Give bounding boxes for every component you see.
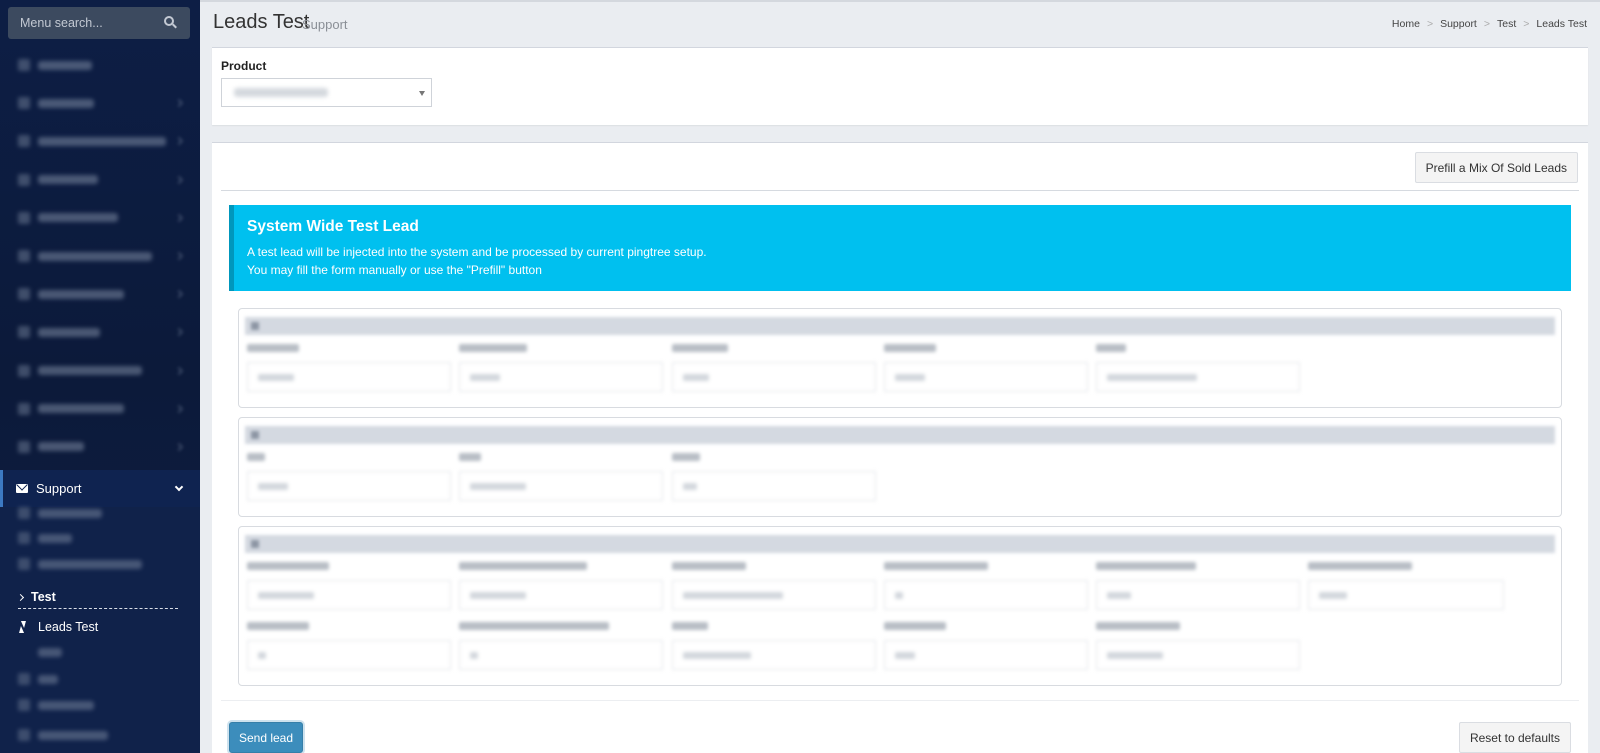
test-lead-panel: Prefill a Mix Of Sold Leads System Wide … — [212, 142, 1588, 753]
submenu-item-blurred[interactable] — [18, 673, 58, 685]
form-field-blurred[interactable] — [672, 344, 876, 392]
divider — [221, 190, 1579, 191]
form-field-blurred[interactable] — [1096, 562, 1300, 610]
reset-defaults-button[interactable]: Reset to defaults — [1458, 722, 1571, 753]
section-header-blurred — [245, 317, 1555, 335]
form-section-blurred — [238, 526, 1562, 686]
product-select[interactable] — [221, 78, 432, 107]
form-field-blurred[interactable] — [459, 562, 663, 610]
form-field-blurred[interactable] — [1096, 344, 1300, 392]
form-field-blurred[interactable] — [1308, 562, 1504, 610]
section-header-blurred — [245, 535, 1555, 553]
form-field-blurred[interactable] — [459, 622, 663, 670]
search-icon[interactable] — [164, 16, 178, 30]
chevron-down-icon — [174, 482, 184, 492]
breadcrumb-support[interactable]: Support — [1440, 18, 1477, 30]
form-field-blurred[interactable] — [1096, 622, 1300, 670]
breadcrumb-leads-test: Leads Test — [1536, 18, 1587, 30]
sidebar-item-blurred[interactable] — [0, 199, 200, 237]
sidebar-item-blurred[interactable] — [0, 313, 200, 351]
menu-search-placeholder: Menu search... — [20, 16, 103, 30]
sidebar-item-blurred[interactable] — [0, 46, 200, 84]
sidebar-item-support[interactable]: Support — [0, 470, 200, 507]
bolt-icon — [18, 621, 26, 633]
form-field-blurred[interactable] — [247, 562, 451, 610]
chevron-right-icon — [16, 593, 25, 601]
form-field-blurred[interactable] — [247, 453, 451, 501]
sidebar-item-support-label: Support — [36, 481, 82, 496]
sidebar-item-blurred[interactable] — [0, 352, 200, 390]
form-field-blurred[interactable] — [459, 453, 663, 501]
info-callout: System Wide Test Lead A test lead will b… — [229, 205, 1571, 291]
form-section-blurred — [238, 417, 1562, 517]
breadcrumb-separator: > — [1483, 18, 1490, 30]
sidebar-item-blurred[interactable] — [0, 161, 200, 199]
form-field-blurred[interactable] — [672, 622, 876, 670]
submenu-item-test[interactable]: Test — [16, 590, 178, 609]
sidebar-item-blurred[interactable] — [0, 275, 200, 313]
form-field-blurred[interactable] — [672, 562, 876, 610]
main-content: Leads Test Support Home > Support > Test… — [200, 0, 1600, 753]
product-panel: Product — [212, 47, 1588, 125]
form-field-blurred[interactable] — [459, 344, 663, 392]
product-select-value-blurred — [234, 88, 328, 97]
section-header-blurred — [245, 426, 1555, 444]
submenu-item-blurred[interactable] — [18, 507, 102, 519]
submenu-item-leads-test-label: Leads Test — [38, 620, 99, 634]
submenu-item-test-label: Test — [31, 590, 56, 604]
send-lead-button[interactable]: Send lead — [229, 722, 303, 753]
form-section-blurred — [238, 308, 1562, 408]
breadcrumb-separator: > — [1523, 18, 1530, 30]
page-title: Leads Test — [213, 11, 310, 33]
callout-line-2: You may fill the form manually or use th… — [247, 263, 542, 277]
submenu-item-blurred[interactable] — [18, 646, 62, 658]
breadcrumb-test[interactable]: Test — [1497, 18, 1516, 30]
sidebar-item-blurred[interactable] — [0, 390, 200, 428]
callout-line-1: A test lead will be injected into the sy… — [247, 245, 707, 259]
sidebar-item-blurred[interactable] — [0, 237, 200, 275]
divider — [221, 700, 1579, 701]
sidebar-item-blurred[interactable] — [0, 84, 200, 122]
menu-search-input[interactable]: Menu search... — [8, 7, 190, 39]
support-submenu: Test Leads Test — [0, 507, 200, 753]
submenu-item-blurred[interactable] — [18, 699, 94, 711]
submenu-item-blurred[interactable] — [18, 558, 142, 570]
breadcrumb-home[interactable]: Home — [1392, 18, 1420, 30]
sidebar-item-blurred[interactable] — [0, 428, 200, 466]
product-label: Product — [221, 59, 267, 73]
envelope-icon — [16, 484, 28, 493]
submenu-item-leads-test[interactable]: Leads Test — [18, 620, 98, 634]
form-field-blurred[interactable] — [884, 344, 1088, 392]
prefill-button[interactable]: Prefill a Mix Of Sold Leads — [1414, 152, 1578, 183]
form-field-blurred[interactable] — [672, 453, 876, 501]
sidebar-item-blurred[interactable] — [0, 122, 200, 160]
sidebar-menu — [0, 46, 200, 466]
breadcrumb-separator: > — [1426, 18, 1434, 30]
breadcrumb: Home > Support > Test > Leads Test — [1392, 18, 1587, 30]
caret-down-icon — [419, 91, 425, 96]
page-subtitle: Support — [302, 17, 348, 32]
form-field-blurred[interactable] — [247, 622, 451, 670]
form-field-blurred[interactable] — [247, 344, 451, 392]
submenu-item-blurred[interactable] — [18, 532, 72, 544]
top-border — [200, 0, 1600, 2]
submenu-item-blurred[interactable] — [18, 729, 108, 741]
callout-title: System Wide Test Lead — [247, 218, 419, 235]
form-field-blurred[interactable] — [884, 562, 1088, 610]
form-field-blurred[interactable] — [884, 622, 1088, 670]
sidebar: Menu search... Support Test Leads Test — [0, 0, 200, 753]
